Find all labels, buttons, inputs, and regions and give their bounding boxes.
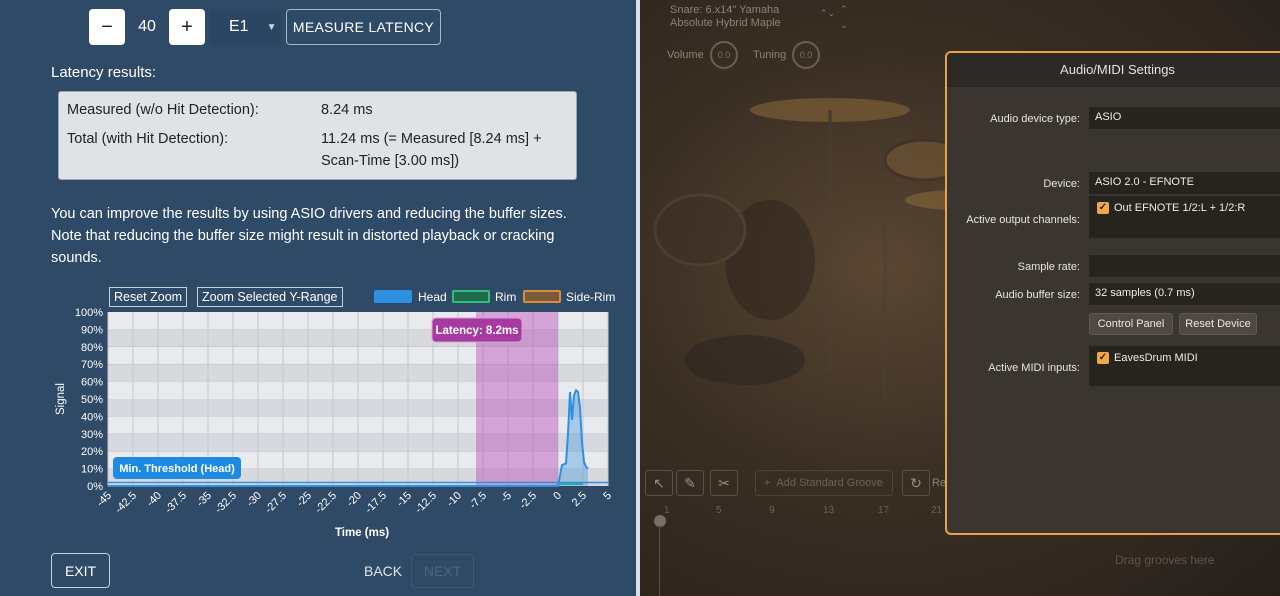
x-tick-label: -27.5 [263, 490, 289, 516]
increment-button[interactable]: + [169, 9, 205, 45]
y-tick-label: 90% [81, 324, 103, 336]
control-panel-button[interactable]: Control Panel [1089, 313, 1173, 335]
x-axis-label: Time (ms) [335, 527, 389, 539]
add-standard-groove-button[interactable]: + Add Standard Groove [755, 470, 893, 496]
x-tick-label: -7.5 [467, 490, 489, 512]
timeline-num: 9 [769, 505, 775, 516]
y-tick-label: 100% [75, 307, 103, 319]
instrument-header: Snare: 6.x14" Yamaha Absolute Hybrid Map… [640, 0, 1280, 69]
latency-label: Latency: 8.2ms [435, 325, 518, 337]
y-tick-label: 80% [81, 342, 103, 354]
device-select[interactable]: ASIO 2.0 - EFNOTE [1089, 172, 1280, 194]
timeline-num: 5 [716, 505, 722, 516]
back-button[interactable]: BACK [364, 563, 402, 579]
info-text: You can improve the results by using ASI… [51, 206, 567, 266]
x-tick-label: -30 [244, 490, 264, 510]
midi-input-item: EavesDrum MIDI [1114, 352, 1198, 364]
x-tick-label: -20 [344, 490, 364, 510]
reset-device-button[interactable]: Reset Device [1179, 313, 1257, 335]
y-tick-label: 40% [81, 411, 103, 423]
results-box: Measured (w/o Hit Detection): 8.24 ms To… [58, 91, 577, 180]
pad-select[interactable]: E1 ▼ [209, 9, 281, 45]
timeline-num: 13 [823, 505, 835, 516]
sample-rate-select[interactable] [1089, 255, 1280, 277]
add-groove-label: Add Standard Groove [776, 477, 883, 489]
x-tick-label: -25 [294, 490, 314, 510]
x-tick-label: -10 [444, 490, 464, 510]
total-value-line1: 11.24 ms (= Measured [8.24 ms] + [321, 131, 542, 147]
y-tick-label: 10% [81, 464, 103, 476]
device-type-select[interactable]: ASIO [1089, 107, 1280, 129]
timeline-num: 1 [664, 505, 670, 516]
plus-icon: + [764, 477, 771, 489]
results-heading: Latency results: [51, 64, 157, 81]
y-tick-label: 20% [81, 446, 103, 458]
x-tick-label: -15 [394, 490, 414, 510]
playhead-handle[interactable] [654, 515, 666, 527]
chevron-down-icon[interactable]: ⌄ [840, 20, 848, 31]
x-tick-label: -37.5 [163, 490, 189, 516]
buffer-size-select[interactable]: 32 samples (0.7 ms) [1089, 283, 1280, 305]
snare-line1: Snare: 6.x14" Yamaha [670, 4, 780, 16]
playhead-line [659, 525, 660, 596]
measure-latency-button[interactable]: MEASURE LATENCY [286, 9, 441, 45]
buffer-size-label: Audio buffer size: [995, 289, 1080, 301]
scissors-icon[interactable]: ✂ [710, 470, 738, 496]
decrement-button[interactable]: − [89, 9, 125, 45]
threshold-label: Min. Threshold (Head) [119, 463, 235, 475]
latency-chart[interactable]: Latency: 8.2ms Min. Threshold (Head) 0% 10%… [0, 300, 636, 550]
y-tick-label: 60% [81, 377, 103, 389]
device-type-label: Audio device type: [990, 113, 1080, 125]
total-label: Total (with Hit Detection): [67, 131, 229, 147]
x-tick-label: 5 [601, 490, 614, 503]
x-tick-label: -40 [144, 490, 164, 510]
y-axis-label: Signal [55, 383, 67, 415]
total-value-line2: Scan-Time [3.00 ms]) [321, 153, 460, 169]
x-tick-label: -5 [499, 490, 514, 505]
latency-value[interactable]: 40 [125, 9, 169, 45]
device-label: Device: [1043, 178, 1080, 190]
partial-button-label[interactable]: Re [932, 477, 946, 489]
checkbox-checked-icon[interactable]: ✓ [1097, 352, 1109, 365]
next-button[interactable]: NEXT [411, 554, 474, 588]
snare-line2: Absolute Hybrid Maple [670, 17, 781, 29]
x-tick-label: 2.5 [570, 490, 589, 509]
exit-button[interactable]: EXIT [51, 553, 110, 588]
checkbox-checked-icon[interactable]: ✓ [1097, 202, 1109, 215]
output-channel-item: Out EFNOTE 1/2:L + 1/2:R [1114, 202, 1246, 214]
y-tick-label: 50% [81, 394, 103, 406]
audio-midi-settings-dialog: Audio/MIDI Settings Audio device type: A… [945, 51, 1280, 535]
x-tick-label: -35 [194, 490, 214, 510]
sort-icon[interactable]: ⌃⌄ [820, 8, 835, 19]
output-channels-label: Active output channels: [966, 214, 1080, 226]
measured-label: Measured (w/o Hit Detection): [67, 102, 259, 118]
timeline-num: 17 [878, 505, 890, 516]
dialog-title: Audio/MIDI Settings [947, 53, 1280, 87]
y-tick-label: 70% [81, 359, 103, 371]
sample-rate-label: Sample rate: [1017, 261, 1080, 273]
timeline-num: 21 [931, 505, 943, 516]
x-tick-label: 0 [551, 490, 564, 503]
chevron-up-icon[interactable]: ⌃ [840, 4, 848, 15]
drag-grooves-hint: Drag grooves here [1115, 553, 1215, 567]
pointer-icon[interactable]: ↖ [645, 470, 673, 496]
latency-panel: − 40 + E1 ▼ MEASURE LATENCY Latency resu… [0, 0, 636, 596]
measured-value: 8.24 ms [321, 102, 373, 118]
loop-icon[interactable]: ↻ [902, 470, 930, 496]
x-tick-label: -32.5 [213, 490, 239, 516]
pad-select-value: E1 [229, 18, 249, 35]
x-tick-label: -17.5 [363, 490, 389, 516]
y-tick-label: 30% [81, 429, 103, 441]
y-tick-label: 0% [87, 481, 103, 493]
x-tick-label: -22.5 [313, 490, 339, 516]
output-channels-list[interactable]: ✓ Out EFNOTE 1/2:L + 1/2:R [1089, 196, 1280, 238]
x-tick-label: -2.5 [517, 490, 539, 512]
chevron-down-icon: ▼ [266, 21, 277, 33]
x-tick-label: -42.5 [113, 490, 139, 516]
midi-inputs-list[interactable]: ✓ EavesDrum MIDI [1089, 346, 1280, 386]
midi-inputs-label: Active MIDI inputs: [988, 362, 1080, 374]
x-tick-label: -12.5 [413, 490, 439, 516]
pencil-icon[interactable]: ✎ [676, 470, 704, 496]
